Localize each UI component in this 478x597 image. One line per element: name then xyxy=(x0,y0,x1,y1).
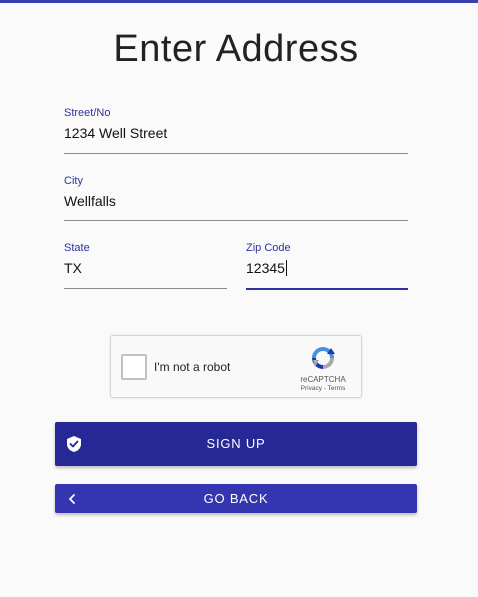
recaptcha-brand: reCAPTCHA xyxy=(300,375,346,384)
city-underline xyxy=(64,220,408,221)
shield-check-icon xyxy=(66,422,82,466)
recaptcha-checkbox[interactable] xyxy=(121,354,147,380)
signup-button[interactable]: SIGN UP xyxy=(55,422,417,466)
zip-label: Zip Code xyxy=(246,242,291,254)
city-label: City xyxy=(64,175,83,187)
text-caret xyxy=(285,260,287,276)
top-accent-bar xyxy=(0,0,478,3)
zip-underline xyxy=(246,288,408,290)
go-back-button[interactable]: GO BACK xyxy=(55,484,417,513)
city-field[interactable]: City Wellfalls xyxy=(64,175,408,221)
state-label: State xyxy=(64,242,90,254)
recaptcha-icon xyxy=(312,347,335,369)
recaptcha-widget: I'm not a robot reCAPTCHA Privacy - Term… xyxy=(110,335,362,398)
state-underline xyxy=(64,288,227,289)
street-input[interactable]: 1234 Well Street xyxy=(64,125,167,141)
street-label: Street/No xyxy=(64,107,111,119)
state-field[interactable]: State TX xyxy=(64,242,227,289)
recaptcha-label: I'm not a robot xyxy=(154,360,231,374)
page-title: Enter Address xyxy=(113,28,359,70)
go-back-button-label: GO BACK xyxy=(203,491,269,506)
city-input[interactable]: Wellfalls xyxy=(64,193,116,209)
zip-input[interactable]: 12345 xyxy=(246,260,287,276)
zip-value: 12345 xyxy=(246,260,285,276)
street-field[interactable]: Street/No 1234 Well Street xyxy=(64,107,408,154)
recaptcha-links[interactable]: Privacy - Terms xyxy=(295,385,351,392)
chevron-left-icon xyxy=(67,484,77,513)
state-input[interactable]: TX xyxy=(64,260,82,276)
street-underline xyxy=(64,153,408,154)
signup-button-label: SIGN UP xyxy=(206,436,266,451)
zip-field[interactable]: Zip Code 12345 xyxy=(246,242,408,290)
recaptcha-logo: reCAPTCHA Privacy - Terms xyxy=(295,344,351,392)
